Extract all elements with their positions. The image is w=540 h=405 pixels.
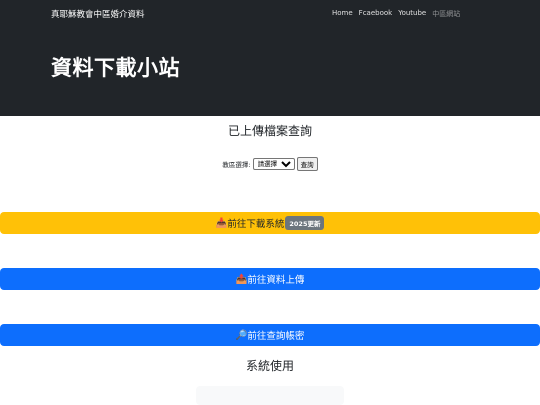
update-badge: 2025更新 <box>285 216 325 230</box>
nav-central-site-link[interactable]: 中區網站 <box>432 9 460 19</box>
upload-data-button[interactable]: 📤 前往資料上傳 <box>0 268 540 290</box>
download-system-button[interactable]: 📥 前往下載系統 2025更新 <box>0 212 540 234</box>
download-system-label: 前往下載系統 <box>227 219 285 230</box>
usage-panel <box>196 386 344 405</box>
query-credentials-button[interactable]: 🔎 前往查詢帳密 <box>0 324 540 346</box>
system-usage-title: 系統使用 <box>245 359 294 373</box>
top-nav: Home Fcaebook Youtube 中區網站 <box>332 9 460 19</box>
magnifier-icon: 🔎 <box>235 329 248 341</box>
query-credentials-label: 前往查詢帳密 <box>247 331 305 342</box>
district-label: 教區選擇: <box>222 161 251 169</box>
download-tray-icon: 📥 <box>215 217 228 229</box>
nav-youtube-link[interactable]: Youtube <box>398 9 426 19</box>
nav-facebook-link[interactable]: Fcaebook <box>359 9 393 19</box>
page-title: 資料下載小站 <box>51 56 180 80</box>
upload-data-label: 前往資料上傳 <box>247 275 305 286</box>
site-brand[interactable]: 真耶穌教會中區婚介資料 <box>51 8 145 20</box>
header-hero: 真耶穌教會中區婚介資料 Home Fcaebook Youtube 中區網站 資… <box>0 0 540 116</box>
query-button[interactable]: 查詢 <box>296 157 318 171</box>
nav-home-link[interactable]: Home <box>332 9 353 19</box>
query-form: 教區選擇: 請選擇 查詢 <box>0 157 540 171</box>
upload-tray-icon: 📤 <box>235 273 248 285</box>
query-section-title: 已上傳檔案查詢 <box>227 124 312 138</box>
district-select[interactable]: 請選擇 <box>252 158 295 170</box>
